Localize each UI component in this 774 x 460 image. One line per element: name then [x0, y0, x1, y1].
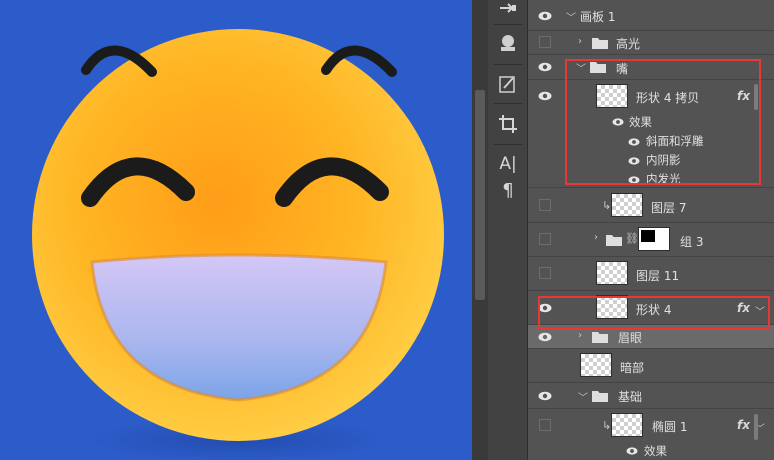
visibility-eye-icon[interactable]	[626, 446, 638, 456]
tool-divider	[494, 103, 522, 104]
canvas-scrollbar-thumb[interactable]	[475, 90, 485, 300]
effect-label: 斜面和浮雕	[646, 134, 704, 148]
layer-row-layer7[interactable]: ↳ 图层 7	[528, 188, 774, 223]
layer-name: 图层 11	[636, 269, 680, 283]
emoji-illustration	[32, 29, 444, 460]
layer-name: 图层 7	[651, 201, 687, 215]
fx-icon[interactable]: fx	[737, 301, 750, 315]
layer-name: 嘴	[616, 62, 629, 76]
folder-icon	[592, 38, 608, 49]
visibility-eye-icon[interactable]	[538, 91, 552, 101]
layer-scroll-indicator[interactable]	[754, 84, 758, 110]
visibility-checkbox[interactable]	[539, 419, 551, 431]
layer-name: 椭圆 1	[652, 420, 688, 434]
visibility-eye-icon[interactable]	[538, 11, 552, 21]
folder-open-icon	[590, 62, 606, 73]
layer-row-shape4[interactable]: 形状 4 fx ﹀	[528, 291, 774, 325]
brush-panel-icon[interactable]	[496, 72, 520, 96]
visibility-eye-icon[interactable]	[628, 137, 640, 147]
mask-shape	[641, 230, 655, 242]
effect-inner-glow-row[interactable]: 内发光	[528, 170, 774, 188]
layer-row-eyebrow-eye[interactable]: › 眉眼	[528, 325, 774, 349]
clip-arrow-icon: ↳	[602, 199, 612, 212]
layer-row-ellipse1[interactable]: ↳ 椭圆 1 fx ﹀	[528, 409, 774, 441]
clip-arrow-icon: ↳	[602, 419, 612, 432]
chevron-down-icon[interactable]: ﹀	[566, 9, 576, 24]
mask-thumbnail	[638, 227, 670, 251]
effects-row-2[interactable]: 效果	[528, 441, 774, 460]
effect-bevel-row[interactable]: 斜面和浮雕	[528, 132, 774, 151]
layers-panel: ﹀ 画板 1 › 高光 ﹀ 嘴 形状 4 拷贝 fx 效果 斜面和浮雕 内阴影 …	[528, 0, 774, 460]
effect-label: 内阴影	[646, 153, 681, 167]
layer-row-dark-part[interactable]: 暗部	[528, 349, 774, 383]
visibility-eye-icon[interactable]	[538, 62, 552, 72]
chevron-right-icon[interactable]: ›	[594, 232, 598, 243]
photoshop-window: A| ¶ ﹀ 画板 1 › 高光 ﹀ 嘴 形状 4 拷贝 fx 效果 斜面和浮雕…	[0, 0, 774, 460]
fx-icon[interactable]: fx	[737, 89, 750, 103]
visibility-eye-icon[interactable]	[612, 117, 624, 127]
layer-row-group3[interactable]: › ⛓ 组 3	[528, 223, 774, 257]
layer-name: 高光	[616, 37, 641, 51]
layer-name: 形状 4	[636, 303, 672, 317]
effects-label: 效果	[644, 444, 667, 458]
tool-panel: A| ¶	[488, 0, 528, 460]
visibility-eye-icon[interactable]	[538, 303, 552, 313]
folder-open-icon	[592, 391, 608, 402]
visibility-checkbox[interactable]	[539, 36, 551, 48]
layer-thumbnail	[611, 193, 643, 217]
layer-thumbnail	[596, 295, 628, 319]
visibility-eye-icon[interactable]	[628, 156, 640, 166]
stamp-icon[interactable]	[496, 31, 520, 55]
chevron-right-icon[interactable]: ›	[578, 36, 582, 47]
layer-row-base[interactable]: ﹀ 基础	[528, 383, 774, 409]
crop-icon[interactable]	[496, 112, 520, 136]
effect-label: 内发光	[646, 172, 681, 186]
effect-inner-shadow-row[interactable]: 内阴影	[528, 151, 774, 170]
layer-name: 画板 1	[580, 10, 616, 24]
visibility-eye-icon[interactable]	[538, 332, 552, 342]
visibility-eye-icon[interactable]	[538, 391, 552, 401]
tool-divider	[494, 144, 522, 145]
paragraph-icon[interactable]: ¶	[496, 178, 520, 202]
pen-arrow-icon[interactable]	[496, 0, 520, 18]
layer-row-mouth[interactable]: ﹀ 嘴	[528, 55, 774, 80]
layer-row-highlight[interactable]: › 高光	[528, 31, 774, 55]
effects-label: 效果	[629, 115, 652, 129]
effects-row[interactable]: 效果	[528, 112, 774, 132]
tool-divider	[494, 64, 522, 65]
visibility-checkbox[interactable]	[539, 233, 551, 245]
layer-name: 形状 4 拷贝	[636, 91, 700, 105]
layer-thumbnail	[580, 353, 612, 377]
visibility-checkbox[interactable]	[539, 267, 551, 279]
tool-divider	[494, 24, 522, 25]
fx-icon[interactable]: fx	[737, 418, 750, 432]
folder-icon	[592, 332, 608, 343]
layer-row-artboard[interactable]: ﹀ 画板 1	[528, 0, 774, 31]
chevron-right-icon[interactable]: ›	[578, 330, 582, 341]
layer-thumbnail	[611, 413, 643, 437]
chevron-down-icon[interactable]: ﹀	[576, 60, 586, 75]
layer-row-shape4-copy[interactable]: 形状 4 拷贝 fx	[528, 80, 774, 112]
link-chain-icon: ⛓	[625, 232, 639, 245]
layer-name: 暗部	[620, 361, 645, 375]
layer-name: 基础	[618, 390, 643, 404]
layer-name: 眉眼	[618, 331, 643, 345]
layer-name: 组 3	[680, 235, 704, 249]
artboard-canvas[interactable]	[0, 0, 472, 460]
layer-thumbnail	[596, 261, 628, 285]
character-icon[interactable]: A|	[496, 152, 520, 176]
visibility-checkbox[interactable]	[539, 199, 551, 211]
layer-scroll-indicator[interactable]	[754, 414, 758, 440]
layer-thumbnail	[596, 84, 628, 108]
layer-row-layer11[interactable]: 图层 11	[528, 257, 774, 291]
chevron-down-icon[interactable]: ﹀	[755, 303, 765, 318]
visibility-eye-icon[interactable]	[628, 175, 640, 185]
chevron-down-icon[interactable]: ﹀	[578, 389, 588, 404]
folder-icon	[606, 235, 622, 246]
